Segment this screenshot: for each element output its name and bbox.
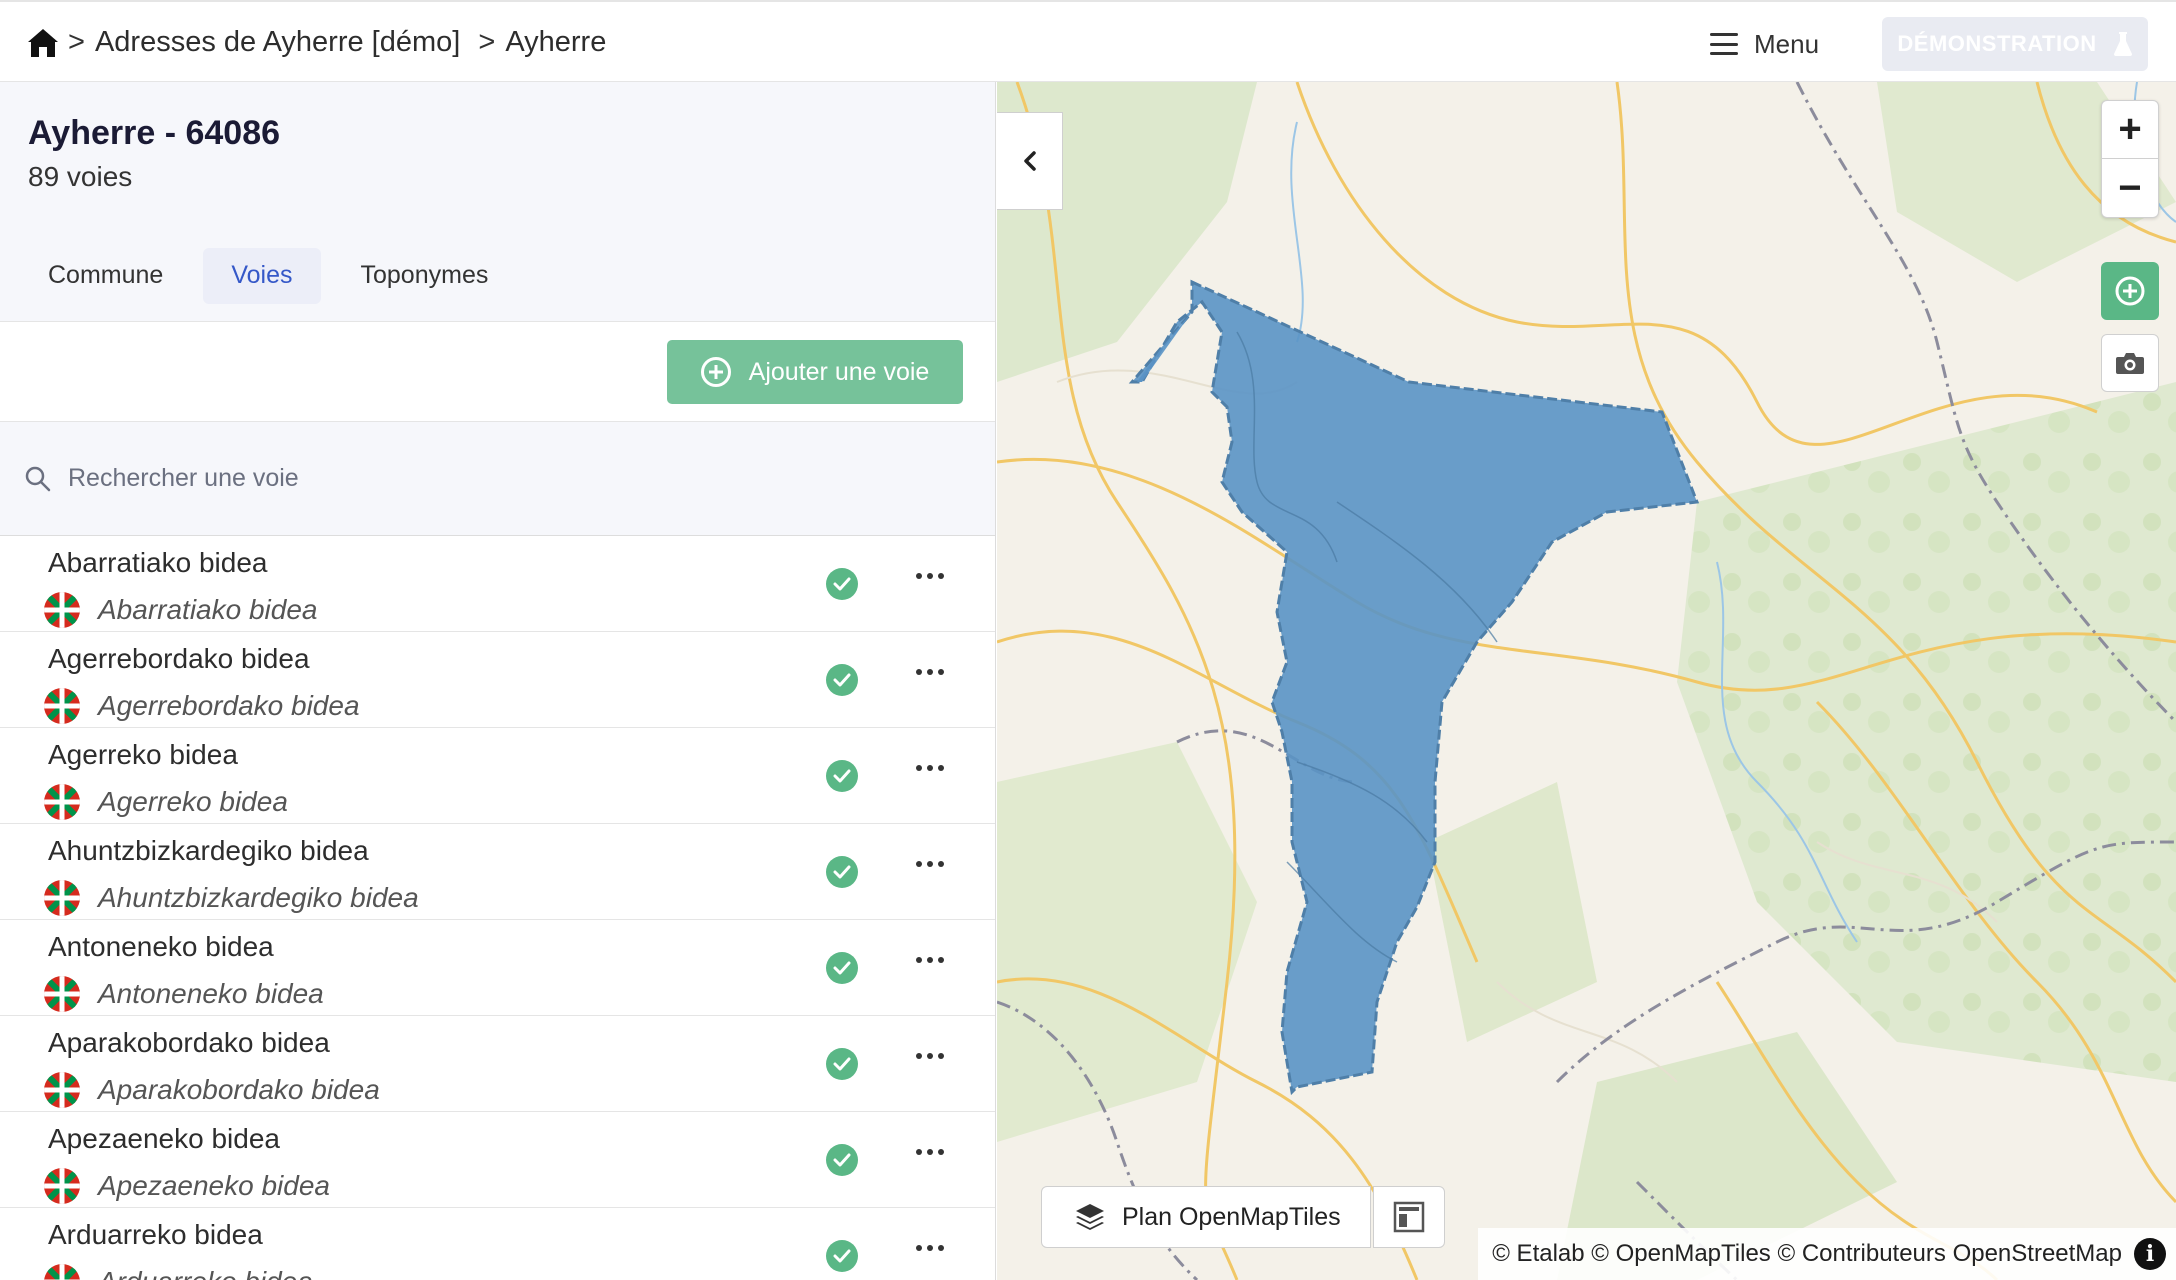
search-input[interactable] <box>68 464 668 493</box>
demo-label: DÉMONSTRATION <box>1897 31 2097 56</box>
voie-name[interactable]: Aparakobordako bidea <box>48 1027 330 1059</box>
breadcrumb: > Adresses de Ayherre [démo] > Ayherre <box>68 26 606 59</box>
add-voie-button[interactable]: Ajouter une voie <box>667 340 963 404</box>
basque-flag-icon <box>44 1264 80 1280</box>
more-actions-button[interactable] <box>910 1044 950 1068</box>
list-item[interactable]: Antoneneko bidea Antoneneko bidea <box>0 920 995 1016</box>
check-icon <box>826 856 858 888</box>
screenshot-button[interactable] <box>2101 334 2159 392</box>
voies-count: 89 voies <box>28 161 133 192</box>
list-item[interactable]: Ahuntzbizkardegiko bidea Ahuntzbizkardegi… <box>0 824 995 920</box>
hamburger-icon <box>1710 33 1738 55</box>
basque-flag-icon <box>44 880 80 916</box>
voie-name[interactable]: Agerreko bidea <box>48 739 238 771</box>
basque-flag-icon <box>44 592 80 628</box>
zoom-control: + − <box>2101 100 2159 218</box>
more-actions-button[interactable] <box>910 948 950 972</box>
breadcrumb-item-base[interactable]: Adresses de Ayherre [démo] <box>95 26 460 58</box>
plus-circle-icon <box>2115 276 2145 306</box>
basque-flag-icon <box>44 976 80 1012</box>
commune-header: Ayherre - 64086 89 voies <box>0 82 995 230</box>
add-on-map-button[interactable] <box>2101 262 2159 320</box>
map-style-label: Plan OpenMapTiles <box>1122 1202 1341 1231</box>
voie-name[interactable]: Abarratiako bidea <box>48 547 267 579</box>
top-header: > Adresses de Ayherre [démo] > Ayherre Men… <box>0 0 2176 82</box>
breadcrumb-separator: > <box>478 26 496 58</box>
menu-button[interactable]: Menu <box>1710 24 1819 64</box>
voie-name[interactable]: Arduarreko bidea <box>48 1219 263 1251</box>
map[interactable]: + − Plan OpenMapTiles © Etalab © OpenMap… <box>997 82 2176 1280</box>
voie-alt-name: Abarratiako bidea <box>98 594 318 625</box>
breadcrumb-separator: > <box>68 26 85 58</box>
actions-bar: Ajouter une voie <box>0 322 995 422</box>
check-icon <box>826 1144 858 1176</box>
map-canvas <box>997 82 2176 1280</box>
voie-alt-name: Arduarreko bidea <box>98 1266 313 1280</box>
list-item[interactable]: Apezaeneko bidea Apezaeneko bidea <box>0 1112 995 1208</box>
map-style-button[interactable]: Plan OpenMapTiles <box>1041 1186 1371 1248</box>
plus-circle-icon <box>700 357 731 387</box>
voie-name[interactable]: Agerrebordako bidea <box>48 643 310 675</box>
check-icon <box>826 568 858 600</box>
breadcrumb-item-commune[interactable]: Ayherre <box>505 26 606 58</box>
layout-icon <box>1393 1201 1425 1233</box>
camera-icon <box>2116 353 2144 374</box>
commune-title: Ayherre - 64086 <box>28 114 281 152</box>
check-icon <box>826 760 858 792</box>
check-icon <box>826 952 858 984</box>
voie-alt-name: Aparakobordako bidea <box>98 1074 380 1105</box>
basque-flag-icon <box>44 1072 80 1108</box>
voie-alt-name: Agerreko bidea <box>98 786 288 817</box>
basque-flag-icon <box>44 1168 80 1204</box>
tab-toponymes[interactable]: Toponymes <box>333 248 517 304</box>
list-item[interactable]: Agerrebordako bidea Agerrebordako bidea <box>0 632 995 728</box>
voie-name[interactable]: Apezaeneko bidea <box>48 1123 280 1155</box>
tab-voies[interactable]: Voies <box>203 247 321 304</box>
voie-alt-name: Antoneneko bidea <box>98 978 324 1009</box>
more-actions-button[interactable] <box>910 564 950 588</box>
list-item[interactable]: Aparakobordako bidea Aparakobordako bidea <box>0 1016 995 1112</box>
voie-alt-name: Apezaeneko bidea <box>98 1170 330 1201</box>
flask-icon <box>2113 32 2132 56</box>
home-icon[interactable] <box>26 26 60 60</box>
more-actions-button[interactable] <box>910 852 950 876</box>
tab-commune[interactable]: Commune <box>20 248 191 304</box>
basque-flag-icon <box>44 688 80 724</box>
menu-label: Menu <box>1754 28 1820 59</box>
more-actions-button[interactable] <box>910 756 950 780</box>
more-actions-button[interactable] <box>910 660 950 684</box>
basque-flag-icon <box>44 784 80 820</box>
sidebar: Ayherre - 64086 89 voies Commune Voies T… <box>0 82 996 1280</box>
list-item[interactable]: Abarratiako bidea Abarratiako bidea <box>0 536 995 632</box>
check-icon <box>826 1240 858 1272</box>
voies-list: Abarratiako bidea Abarratiako bidea Agerre… <box>0 536 995 1280</box>
chevron-left-icon <box>1023 151 1036 171</box>
list-item[interactable]: Arduarreko bidea Arduarreko bidea <box>0 1208 995 1280</box>
collapse-sidebar-button[interactable] <box>997 112 1063 210</box>
check-icon <box>826 1048 858 1080</box>
map-preview-button[interactable] <box>1373 1186 1445 1248</box>
voie-name[interactable]: Ahuntzbizkardegiko bidea <box>48 835 369 867</box>
map-attribution: © Etalab © OpenMapTiles © Contributeurs … <box>1478 1228 2176 1280</box>
voie-alt-name: Agerrebordako bidea <box>98 690 360 721</box>
layers-icon <box>1076 1204 1104 1230</box>
search-icon <box>25 466 51 491</box>
add-voie-label: Ajouter une voie <box>748 357 930 386</box>
tabs: Commune Voies Toponymes <box>0 230 995 322</box>
info-icon[interactable]: i <box>2134 1238 2166 1270</box>
voie-alt-name: Ahuntzbizkardegiko bidea <box>98 882 419 913</box>
more-actions-button[interactable] <box>910 1140 950 1164</box>
search-bar <box>0 422 995 536</box>
list-item[interactable]: Agerreko bidea Agerreko bidea <box>0 728 995 824</box>
zoom-in-button[interactable]: + <box>2102 101 2158 159</box>
zoom-out-button[interactable]: − <box>2102 159 2158 217</box>
more-actions-button[interactable] <box>910 1236 950 1260</box>
demo-badge-button[interactable]: DÉMONSTRATION <box>1882 17 2148 71</box>
check-icon <box>826 664 858 696</box>
voie-name[interactable]: Antoneneko bidea <box>48 931 274 963</box>
